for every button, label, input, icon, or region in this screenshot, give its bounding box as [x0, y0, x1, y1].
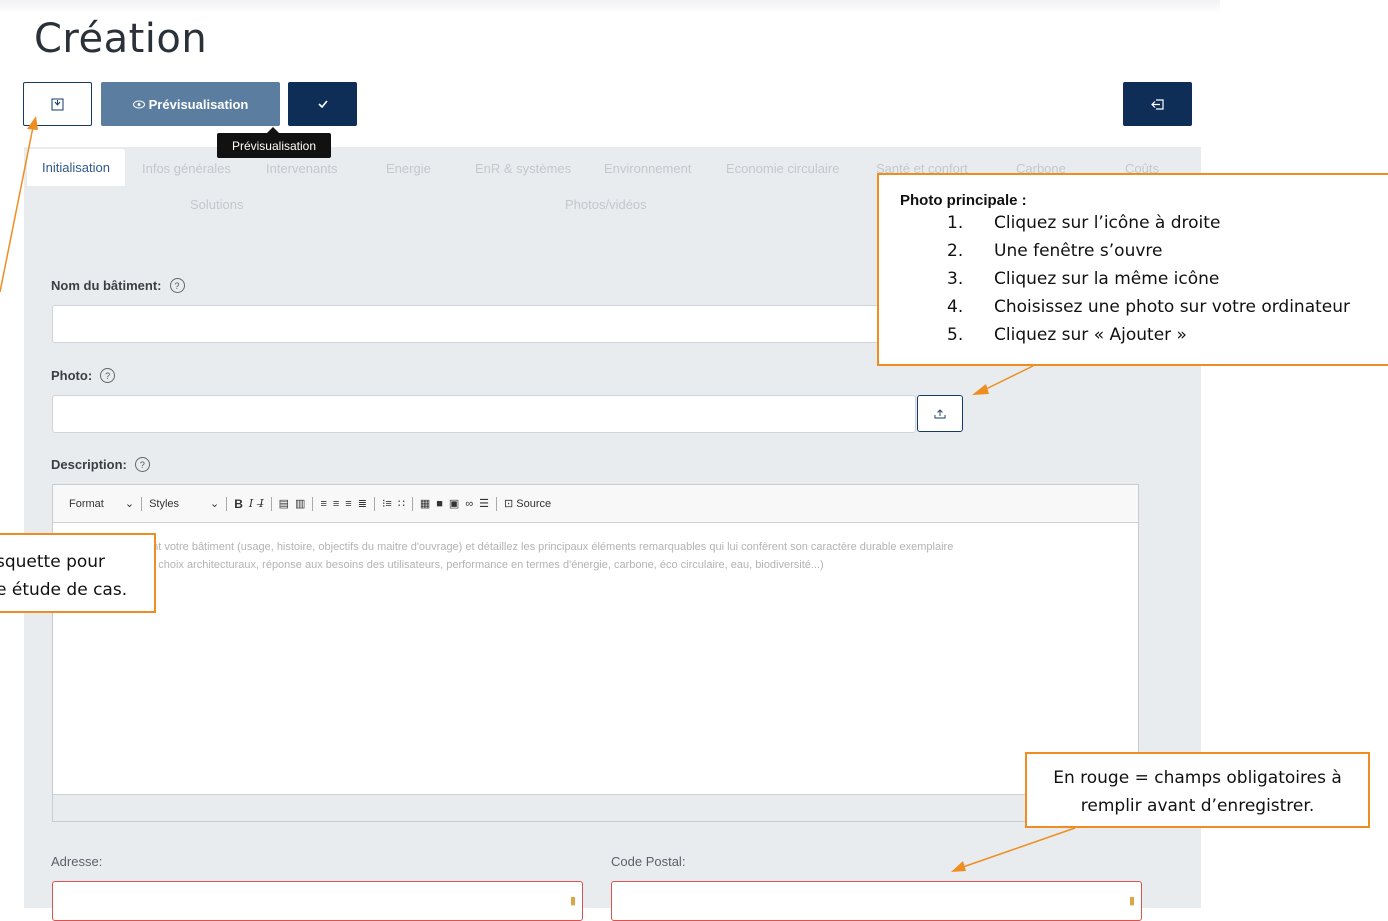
arrow-head [27, 116, 38, 130]
step-text: Choisissez une photo sur votre ordinateu… [994, 297, 1351, 317]
arrow-line [0, 126, 34, 293]
callout-line: e étude de cas. [0, 580, 128, 600]
arrow-line [983, 365, 1034, 391]
arrow-line [962, 827, 1076, 868]
instruction-item: 2. Une fenêtre s’ouvre [900, 237, 1388, 265]
required-fields-callout: En rouge = champs obligatoires à remplir… [1025, 752, 1370, 828]
arrow-head [951, 861, 966, 872]
instruction-item: 4. Choisissez une photo sur votre ordinat… [900, 293, 1388, 321]
step-number: 1. [947, 213, 964, 233]
callout-line: squette pour [0, 552, 106, 572]
step-text: Cliquez sur « Ajouter » [994, 325, 1187, 345]
step-text: Une fenêtre s’ouvre [994, 241, 1163, 261]
step-number: 5. [947, 325, 964, 345]
callout-title: Photo principale : [900, 192, 1027, 209]
photo-instructions-callout: Photo principale : 1. Cliquez sur l’icône… [877, 173, 1388, 366]
step-text: Cliquez sur la même icône [994, 269, 1220, 289]
arrow-head [972, 384, 989, 395]
instruction-item: 5. Cliquez sur « Ajouter » [900, 321, 1388, 349]
instruction-item: 1. Cliquez sur l’icône à droite [900, 209, 1388, 237]
instruction-list: 1. Cliquez sur l’icône à droite 2. Une fen… [900, 209, 1388, 349]
step-number: 2. [947, 241, 964, 261]
step-number: 4. [947, 297, 964, 317]
step-text: Cliquez sur l’icône à droite [994, 213, 1221, 233]
step-number: 3. [947, 269, 964, 289]
instruction-item: 3. Cliquez sur la même icône [900, 265, 1388, 293]
save-callout: squette pour e étude de cas. [0, 533, 156, 613]
